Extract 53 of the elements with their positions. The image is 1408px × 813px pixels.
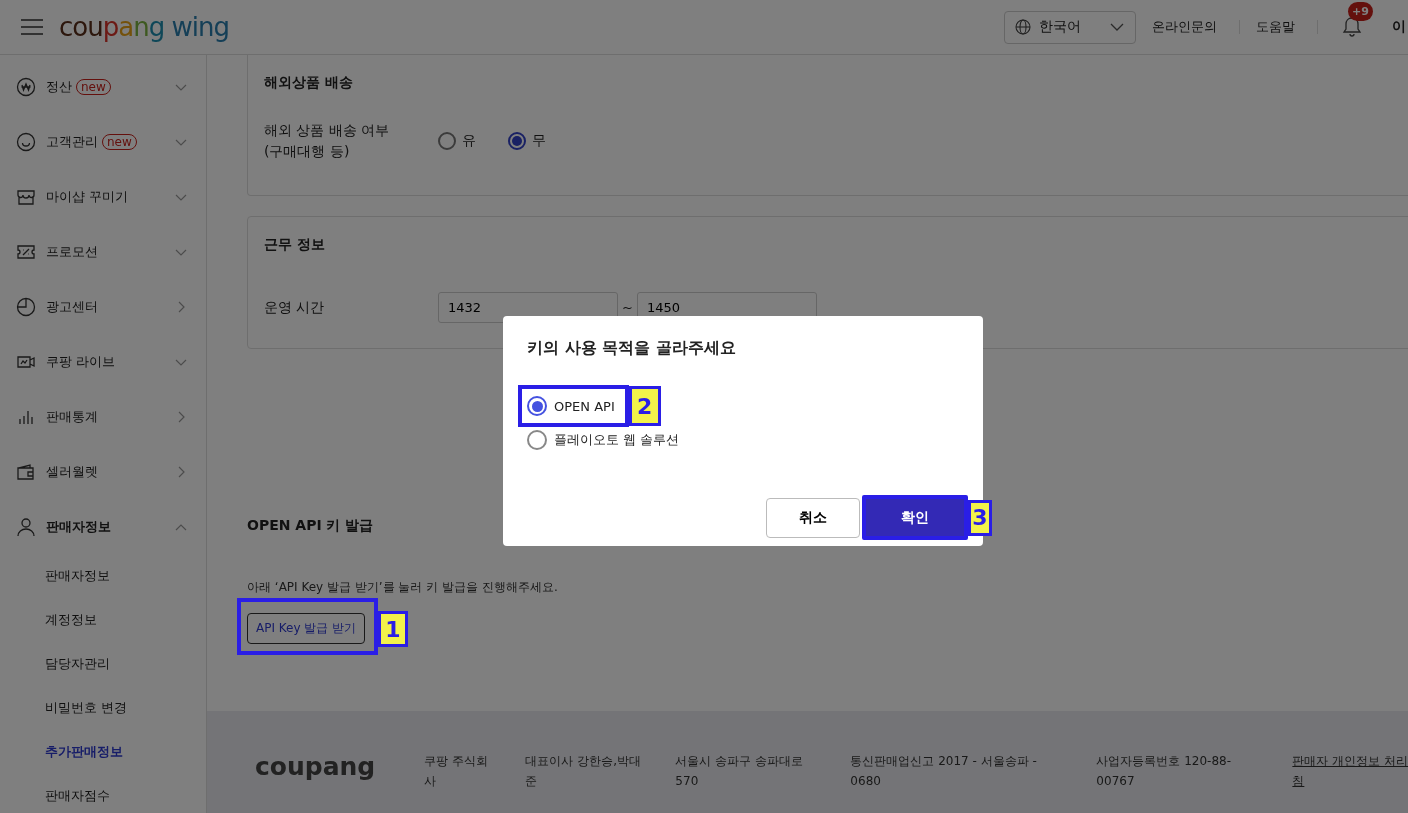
bell-icon[interactable] <box>1342 16 1362 38</box>
range-separator: ~ <box>622 299 633 315</box>
notification-badge: +9 <box>1348 2 1373 21</box>
sidebar-item[interactable]: 쿠팡 라이브 <box>0 334 206 389</box>
confirm-button[interactable]: 확인 <box>862 495 968 540</box>
radio-option[interactable]: 무 <box>508 132 546 150</box>
dialog-title: 키의 사용 목적을 골라주세요 <box>527 338 737 359</box>
footer-logo: coupang <box>255 753 377 781</box>
footer-text: 통신판매업신고 2017 - 서울송파 - 0680 <box>850 753 1038 790</box>
sidebar-subitem[interactable]: 계정정보 <box>0 598 206 642</box>
description-text: 아래 ‘API Key 발급 받기’를 눌러 키 발급을 진행해주세요. <box>247 579 559 596</box>
step-number: 1 <box>378 611 408 647</box>
field-label: 해외 상품 배송 여부 (구매대행 등) <box>264 121 391 161</box>
menu-item-icon <box>16 516 36 537</box>
menu-icon[interactable] <box>21 19 43 35</box>
sidebar-item[interactable]: 프로모션 <box>0 224 206 279</box>
sidebar-subitem[interactable]: 추가판매정보 <box>0 730 206 774</box>
sidebar-item[interactable]: 셀러월렛 <box>0 444 206 499</box>
sidebar-item[interactable]: 판매자정보 <box>0 499 206 554</box>
sidebar-item[interactable]: 광고센터 <box>0 279 206 334</box>
menu-item-icon <box>16 131 36 152</box>
field-label: 운영 시간 <box>264 297 326 317</box>
api-key-button[interactable]: API Key 발급 받기 <box>247 613 366 644</box>
sidebar-item[interactable]: 고객관리 new <box>0 114 206 169</box>
section-title: OPEN API 키 발급 <box>247 517 374 535</box>
cancel-button[interactable]: 취소 <box>766 497 860 538</box>
menu-item-icon <box>16 76 36 97</box>
sidebar-item[interactable]: 정산 new <box>0 59 206 114</box>
menu-item-icon <box>16 296 36 317</box>
sidebar-item[interactable]: 판매통계 <box>0 389 206 444</box>
footer-text: 서울시 송파구 송파대로 570 <box>675 753 804 790</box>
radio-option[interactable]: 유 <box>438 132 476 150</box>
language-select[interactable]: 한국어 <box>1004 10 1136 44</box>
section-title: 해외상품 배송 <box>264 73 354 92</box>
footer-text: 쿠팡 주식회 사 <box>424 753 490 790</box>
header-link[interactable]: 온라인문의 <box>1152 18 1217 36</box>
menu-item-icon <box>16 461 36 482</box>
step-number: 3 <box>968 499 992 536</box>
sidebar-item[interactable]: 마이샵 꾸미기 <box>0 169 206 224</box>
footer-text: 사업자등록번호 120-88- 00767 <box>1096 753 1232 790</box>
user-name[interactable]: 이 <box>1392 18 1406 36</box>
footer-text: 대표이사 강한승,박대 준 <box>525 753 642 790</box>
privacy-link[interactable]: 판매자 개인정보 처리 침 <box>1292 751 1408 791</box>
sidebar-subitem[interactable]: 판매자점수 <box>0 774 206 813</box>
section-title: 근무 정보 <box>264 235 326 254</box>
sidebar-subitem[interactable]: 비밀번호 변경 <box>0 686 206 730</box>
logo[interactable]: coupang wing <box>59 12 229 42</box>
header-link[interactable]: 도움말 <box>1256 18 1295 36</box>
sidebar-subitem[interactable]: 담당자관리 <box>0 642 206 686</box>
radio-option[interactable]: OPEN API <box>518 385 629 427</box>
globe-icon <box>1015 19 1031 35</box>
sidebar-subitem[interactable]: 판매자정보 <box>0 554 206 598</box>
step-number: 2 <box>628 386 661 426</box>
